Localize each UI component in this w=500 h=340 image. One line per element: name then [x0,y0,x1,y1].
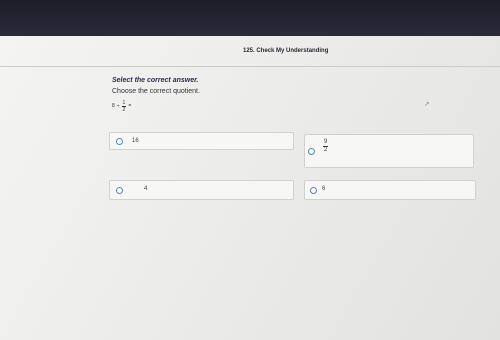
page-header: 125. Check My Understanding [0,36,500,67]
answer-fraction-b: 9 2 [323,139,329,154]
radio-button-a[interactable] [116,138,123,145]
page-title: 125. Check My Understanding [243,48,329,54]
answer-choice-c[interactable]: 4 [109,180,294,200]
answer-choice-a[interactable]: 16 [109,132,294,150]
answer-numerator-b: 9 [323,139,329,147]
answer-choice-b[interactable]: 9 2 [304,134,474,168]
expression-fraction: 1 2 [121,99,127,113]
mouse-cursor-icon: ➚ [424,101,430,108]
answer-choice-d[interactable]: 6 [304,180,476,200]
radio-button-c[interactable] [116,187,123,194]
answer-value-d: 6 [322,186,326,192]
question-prompt: Choose the correct quotient. [112,88,200,95]
equals-sign: = [128,103,132,109]
radio-button-d[interactable] [310,187,317,194]
browser-top-bar [0,0,500,38]
screen: 125. Check My Understanding Select the c… [0,0,500,340]
assessment-page: 125. Check My Understanding Select the c… [0,36,500,340]
expression-whole: 8 [112,103,115,109]
math-expression: 8 ÷ 1 2 = [112,97,131,115]
divide-operator: ÷ [116,103,120,109]
radio-button-b[interactable] [308,148,315,155]
fraction-denominator: 2 [122,106,126,113]
fraction-numerator: 1 [121,99,127,107]
answer-value-c: 4 [144,186,148,192]
answer-value-a: 16 [132,138,139,144]
answer-denominator-b: 2 [324,147,328,153]
question-instruction: Select the correct answer. [112,77,199,84]
